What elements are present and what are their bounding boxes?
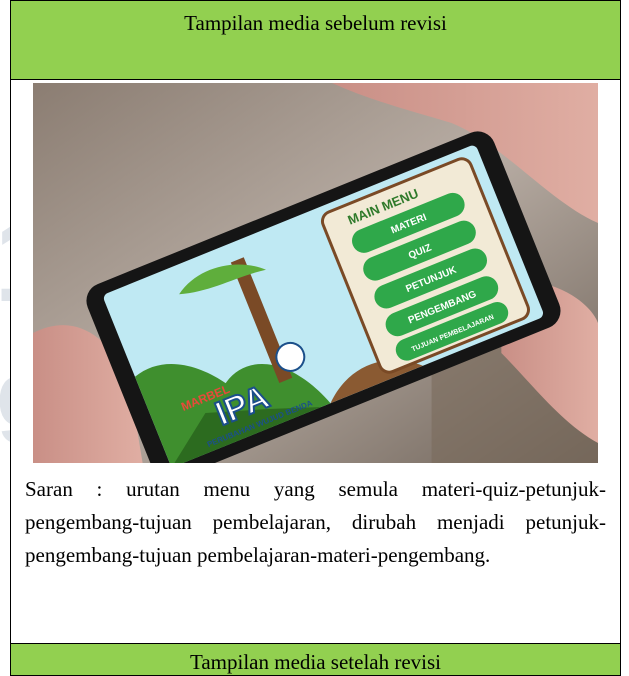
- header-before: Tampilan media sebelum revisi: [184, 11, 447, 35]
- header-after: Tampilan media setelah revisi: [189, 650, 442, 674]
- content-cell: MARBEL IPA PERUBAHAN WUJUD BENDA MAIN ME…: [10, 79, 621, 644]
- photo-frame: MARBEL IPA PERUBAHAN WUJUD BENDA MAIN ME…: [11, 80, 620, 465]
- app-screenshot-photo: MARBEL IPA PERUBAHAN WUJUD BENDA MAIN ME…: [33, 83, 598, 463]
- saran-paragraph: Saran : urutan menu yang semula materi-q…: [25, 477, 606, 567]
- revision-table: Tampilan media sebelum revisi MARBEL IPA…: [10, 0, 621, 676]
- header-before-cell: Tampilan media sebelum revisi: [10, 0, 621, 80]
- header-after-cell: Tampilan media setelah revisi: [10, 643, 621, 676]
